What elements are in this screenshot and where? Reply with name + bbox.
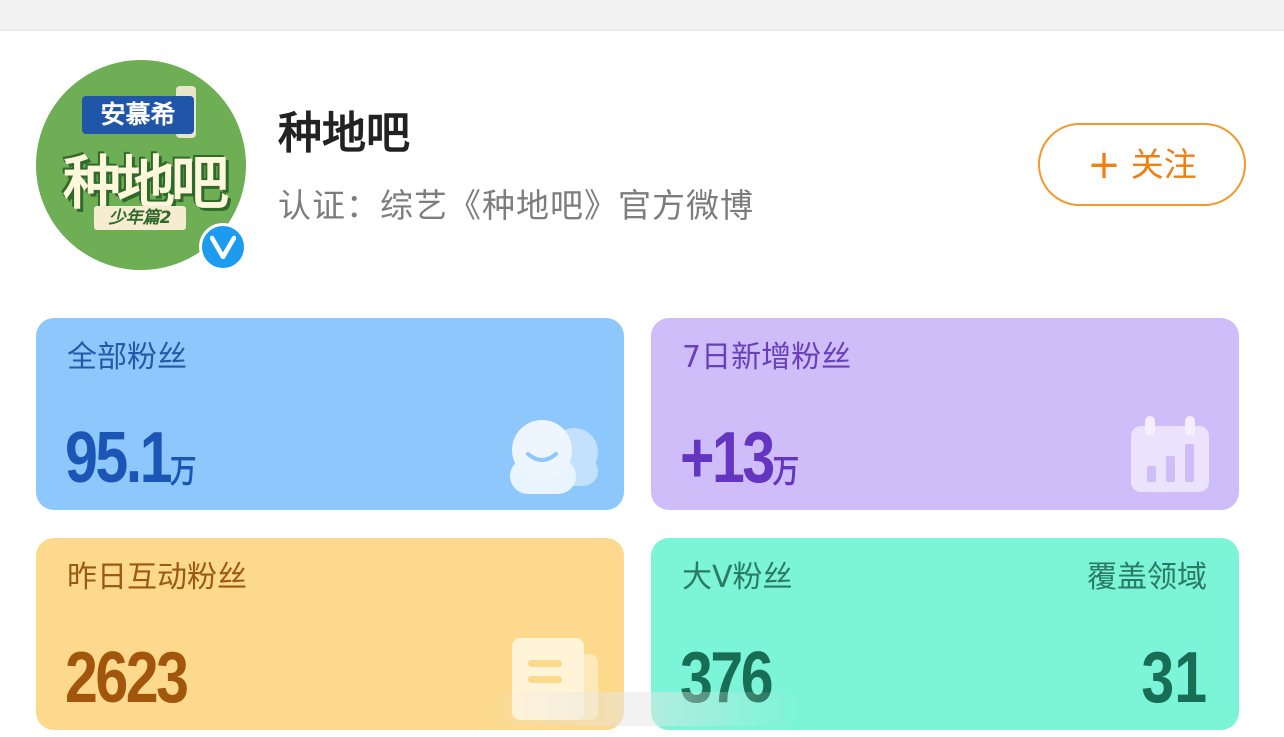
coverage-fields-label: 覆盖领域 xyxy=(1087,560,1207,595)
top-bar xyxy=(0,0,1284,31)
fans-face-icon xyxy=(510,420,598,494)
new-fans-7d-value: +13万 xyxy=(680,418,800,498)
calendar-chart-icon xyxy=(1131,416,1209,492)
new-fans-7d-card[interactable]: 7日新增粉丝 +13万 xyxy=(651,318,1239,510)
big-v-fans-label: 大V粉丝 xyxy=(682,560,793,595)
follow-label: 关注 xyxy=(1130,145,1197,184)
total-fans-value: 95.1万 xyxy=(65,418,197,498)
new-fans-7d-unit: 万 xyxy=(772,453,800,489)
follow-button[interactable]: + 关注 xyxy=(1038,123,1246,206)
total-fans-label: 全部粉丝 xyxy=(67,340,187,375)
plus-icon: + xyxy=(1087,142,1121,188)
profile-name: 种地吧 xyxy=(278,108,410,159)
total-fans-card[interactable]: 全部粉丝 95.1万 xyxy=(36,318,624,510)
avatar-sub-text: 少年篇2 xyxy=(94,206,186,230)
watermark-overlay xyxy=(480,692,800,726)
verified-v-icon xyxy=(199,223,247,271)
coverage-fields-value: 31 xyxy=(1141,638,1207,718)
interactive-fans-value: 2623 xyxy=(65,638,189,718)
total-fans-unit: 万 xyxy=(170,453,197,489)
new-fans-7d-label: 7日新增粉丝 xyxy=(682,340,852,375)
interactive-fans-label: 昨日互动粉丝 xyxy=(67,560,247,595)
verification-text: 认证：综艺《种地吧》官方微博 xyxy=(278,186,754,225)
avatar-brand-text: 安慕希 xyxy=(82,96,194,134)
